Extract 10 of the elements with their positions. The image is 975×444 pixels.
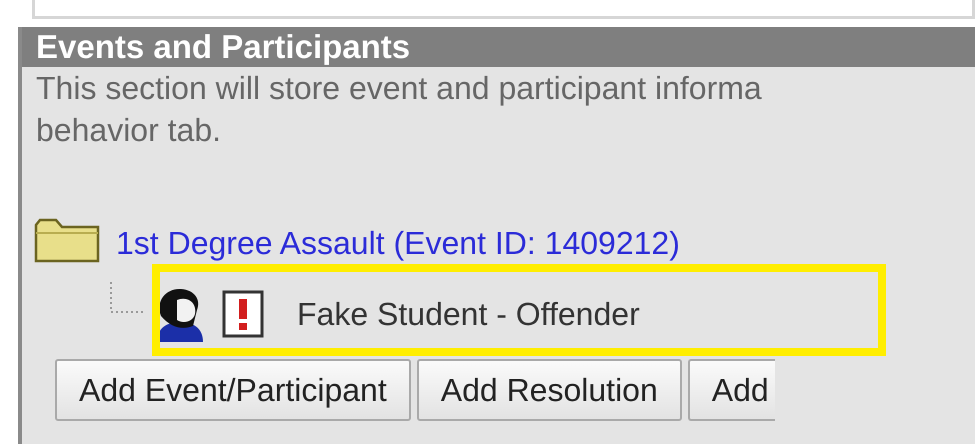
alert-document-icon [221,289,265,339]
section-description: This section will store event and participant informa [36,69,762,108]
section-header: Events and Participants [22,27,975,67]
participant-label[interactable]: Fake Student - Offender [297,296,640,332]
input-field[interactable] [32,0,975,19]
add-button[interactable]: Add Event/Participant [55,359,411,421]
add-button[interactable]: Add Resolution [416,359,682,421]
event-link[interactable]: 1st Degree Assault (Event ID: 1409212) [116,223,680,263]
add-button[interactable]: Add [688,359,775,421]
section-description: behavior tab. [36,111,222,150]
